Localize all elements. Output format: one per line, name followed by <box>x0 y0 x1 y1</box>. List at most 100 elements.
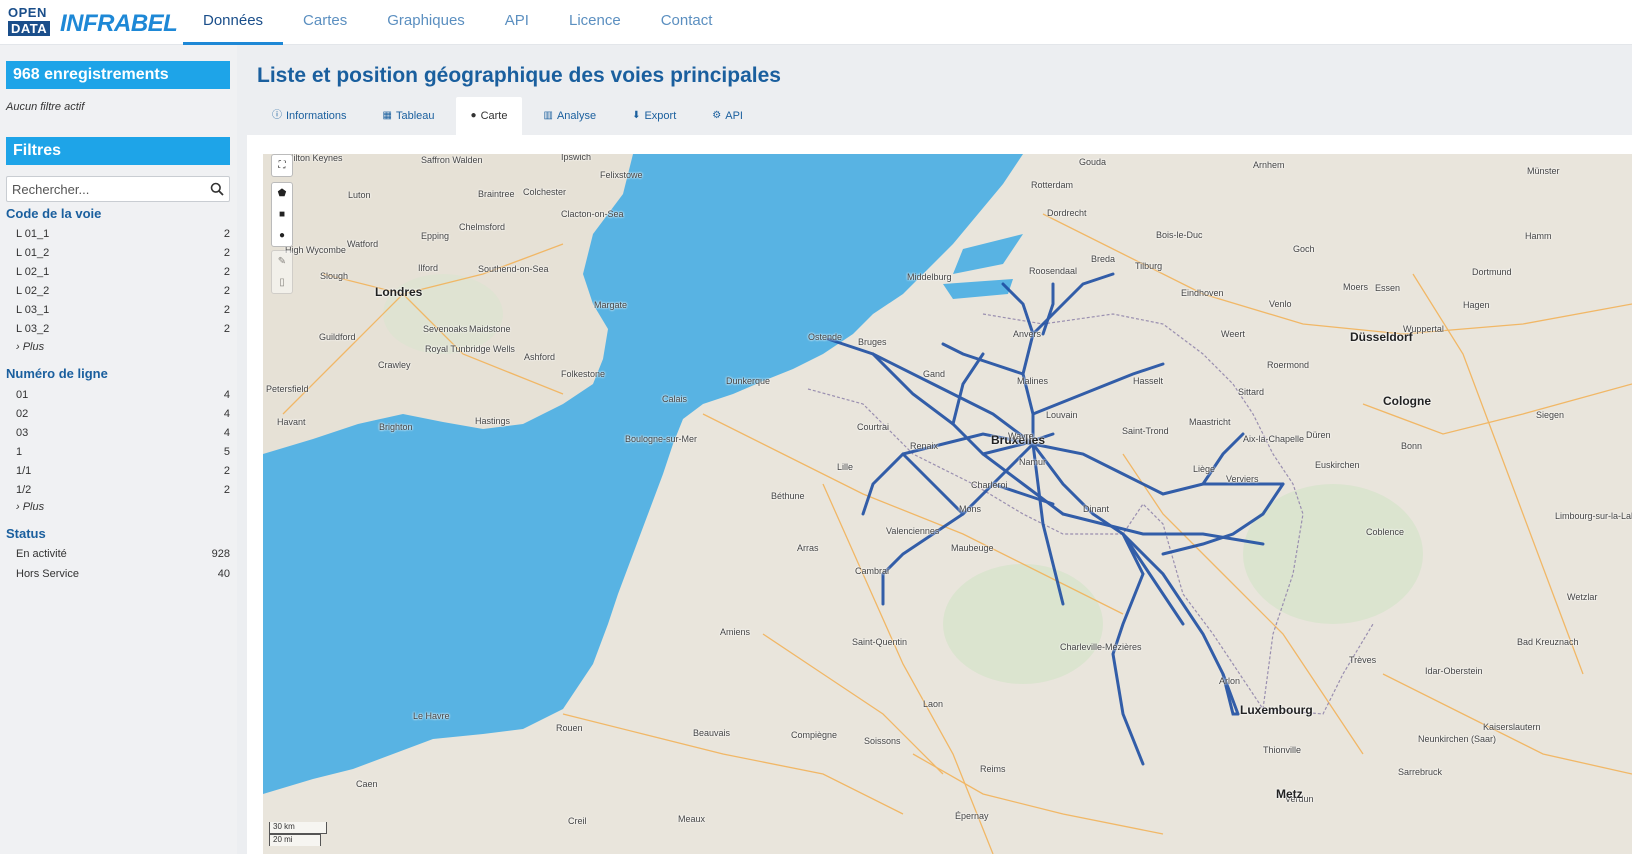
facet-item[interactable]: 01 4 <box>16 389 230 407</box>
city-label: Wavre <box>1008 431 1034 441</box>
facet-item[interactable]: L 02_2 2 <box>16 285 230 303</box>
city-label: Luton <box>348 190 371 200</box>
nav-graphiques[interactable]: Graphiques <box>367 0 485 45</box>
fullscreen-icon[interactable]: ⛶ <box>272 155 292 176</box>
city-label: Namur <box>1019 457 1047 467</box>
city-label: Bad Kreuznach <box>1517 637 1579 647</box>
scale-mi: 20 mi <box>269 834 321 846</box>
facet-item[interactable]: L 02_1 2 <box>16 266 230 284</box>
filter-search-input[interactable] <box>7 177 203 201</box>
facet-more-link[interactable]: › Plus <box>16 501 44 513</box>
city-label: Liège <box>1193 464 1216 474</box>
facet-item[interactable]: L 03_2 2 <box>16 323 230 341</box>
facet-item[interactable]: 02 4 <box>16 408 230 426</box>
facet-count: 5 <box>223 446 230 458</box>
draw-circle-icon[interactable]: ● <box>272 225 292 246</box>
city-label: Renaix <box>910 441 939 451</box>
tab-tableau[interactable]: ▦ Tableau <box>368 97 450 135</box>
facet-count: 2 <box>223 484 230 496</box>
city-label: Meaux <box>678 814 706 824</box>
edit-toolbar: ✎ ▯ <box>271 250 293 294</box>
search-icon[interactable] <box>210 182 224 196</box>
facet-label: 01 <box>16 389 29 401</box>
city-label: Tilburg <box>1135 261 1163 271</box>
city-label: Wuppertal <box>1403 324 1444 334</box>
bar-chart-icon: ▥ <box>543 110 553 121</box>
facet-label: 1/1 <box>16 465 32 477</box>
city-label: Courtrai <box>857 422 890 432</box>
city-label: Essen <box>1375 283 1401 293</box>
nav-api[interactable]: API <box>485 0 549 45</box>
city-label: Hasselt <box>1133 376 1164 386</box>
facet-item[interactable]: 1/2 2 <box>16 484 230 502</box>
nav-licence[interactable]: Licence <box>549 0 641 45</box>
tab-analyse[interactable]: ▥ Analyse <box>528 97 611 135</box>
delete-layers-icon[interactable]: ▯ <box>272 272 292 293</box>
city-label: Dortmund <box>1472 267 1512 277</box>
nav-contact[interactable]: Contact <box>641 0 733 45</box>
tab-informations[interactable]: ⓘ Informations <box>257 97 362 135</box>
draw-polygon-icon[interactable]: ⬟ <box>272 183 292 204</box>
facet-item[interactable]: En activité 928 <box>16 548 230 566</box>
city-label: Sevenoaks <box>423 324 468 334</box>
facet-count: 2 <box>223 266 230 278</box>
railway-map[interactable]: Milton Keynes Saffron Walden Ipswich Fel… <box>263 154 1632 854</box>
city-label: Dunkerque <box>726 376 771 386</box>
filter-search-box <box>6 176 230 202</box>
city-label: Düren <box>1306 430 1331 440</box>
city-label: Brighton <box>379 422 413 432</box>
city-label: Royal Tunbridge Wells <box>425 344 515 354</box>
tab-label: Tableau <box>395 110 435 122</box>
download-icon: ⬇ <box>632 110 641 121</box>
city-label: Roosendaal <box>1029 266 1078 276</box>
facet-item[interactable]: L 01_2 2 <box>16 247 230 265</box>
city-label: Ostende <box>808 332 843 342</box>
city-label: Amiens <box>720 627 751 637</box>
facet-item[interactable]: L 01_1 2 <box>16 228 230 246</box>
tab-carte[interactable]: ● Carte <box>455 97 523 135</box>
table-icon: ▦ <box>382 110 392 121</box>
facet-item[interactable]: 15 <box>16 446 230 464</box>
city-label: Verviers <box>1226 474 1259 484</box>
nav-cartes[interactable]: Cartes <box>283 0 367 45</box>
tab-export[interactable]: ⬇ Export <box>617 97 691 135</box>
info-circle-icon: ⓘ <box>272 110 282 121</box>
logo-open-text: OPEN <box>8 5 47 20</box>
city-label: Siegen <box>1536 410 1565 420</box>
facet-count: 2 <box>223 465 230 477</box>
facet-item[interactable]: 1/1 2 <box>16 465 230 483</box>
city-label: Valenciennes <box>886 526 940 536</box>
city-label: Euskirchen <box>1315 460 1360 470</box>
city-label: Neunkirchen (Saar) <box>1418 734 1497 744</box>
city-label: High Wycombe <box>285 245 346 255</box>
facet-more-link[interactable]: › Plus <box>16 341 44 353</box>
city-label: Wetzlar <box>1567 592 1598 602</box>
facet-item[interactable]: 03 4 <box>16 427 230 445</box>
draw-rectangle-icon[interactable]: ■ <box>272 204 292 225</box>
city-label: Roermond <box>1267 360 1310 370</box>
city-label: Louvain <box>1046 410 1078 420</box>
edit-layers-icon[interactable]: ✎ <box>272 251 292 272</box>
tab-api[interactable]: ⚙ API <box>697 97 758 135</box>
tab-label: Informations <box>286 110 347 122</box>
city-label: Eindhoven <box>1181 288 1224 298</box>
draw-toolbar: ⬟ ■ ● <box>271 182 293 247</box>
city-label: Clacton-on-Sea <box>561 209 624 219</box>
nav-donnees[interactable]: Données <box>183 0 284 45</box>
facet-item[interactable]: L 03_1 2 <box>16 304 230 322</box>
open-data-infrabel-logo[interactable]: OPEN DATA INFRABEL <box>8 5 178 38</box>
city-label: Arlon <box>1219 676 1241 686</box>
city-label: Colchester <box>523 187 567 197</box>
city-label: Anvers <box>1013 329 1042 339</box>
dataset-tabs: ⓘ Informations ▦ Tableau ● Carte ▥ Analyse ⬇… <box>257 97 764 135</box>
sea-estuary <box>943 279 1013 299</box>
city-label: Saint-Trond <box>1122 426 1169 436</box>
tab-label: API <box>725 110 743 122</box>
city-label: Epping <box>421 231 450 241</box>
city-label: Maubeuge <box>951 543 994 553</box>
filters-heading: Filtres <box>6 137 230 165</box>
facet-label: 1/2 <box>16 484 32 496</box>
globe-icon: ● <box>470 110 477 121</box>
facet-item[interactable]: Hors Service 40 <box>16 568 230 586</box>
city-label: Weert <box>1221 329 1245 339</box>
